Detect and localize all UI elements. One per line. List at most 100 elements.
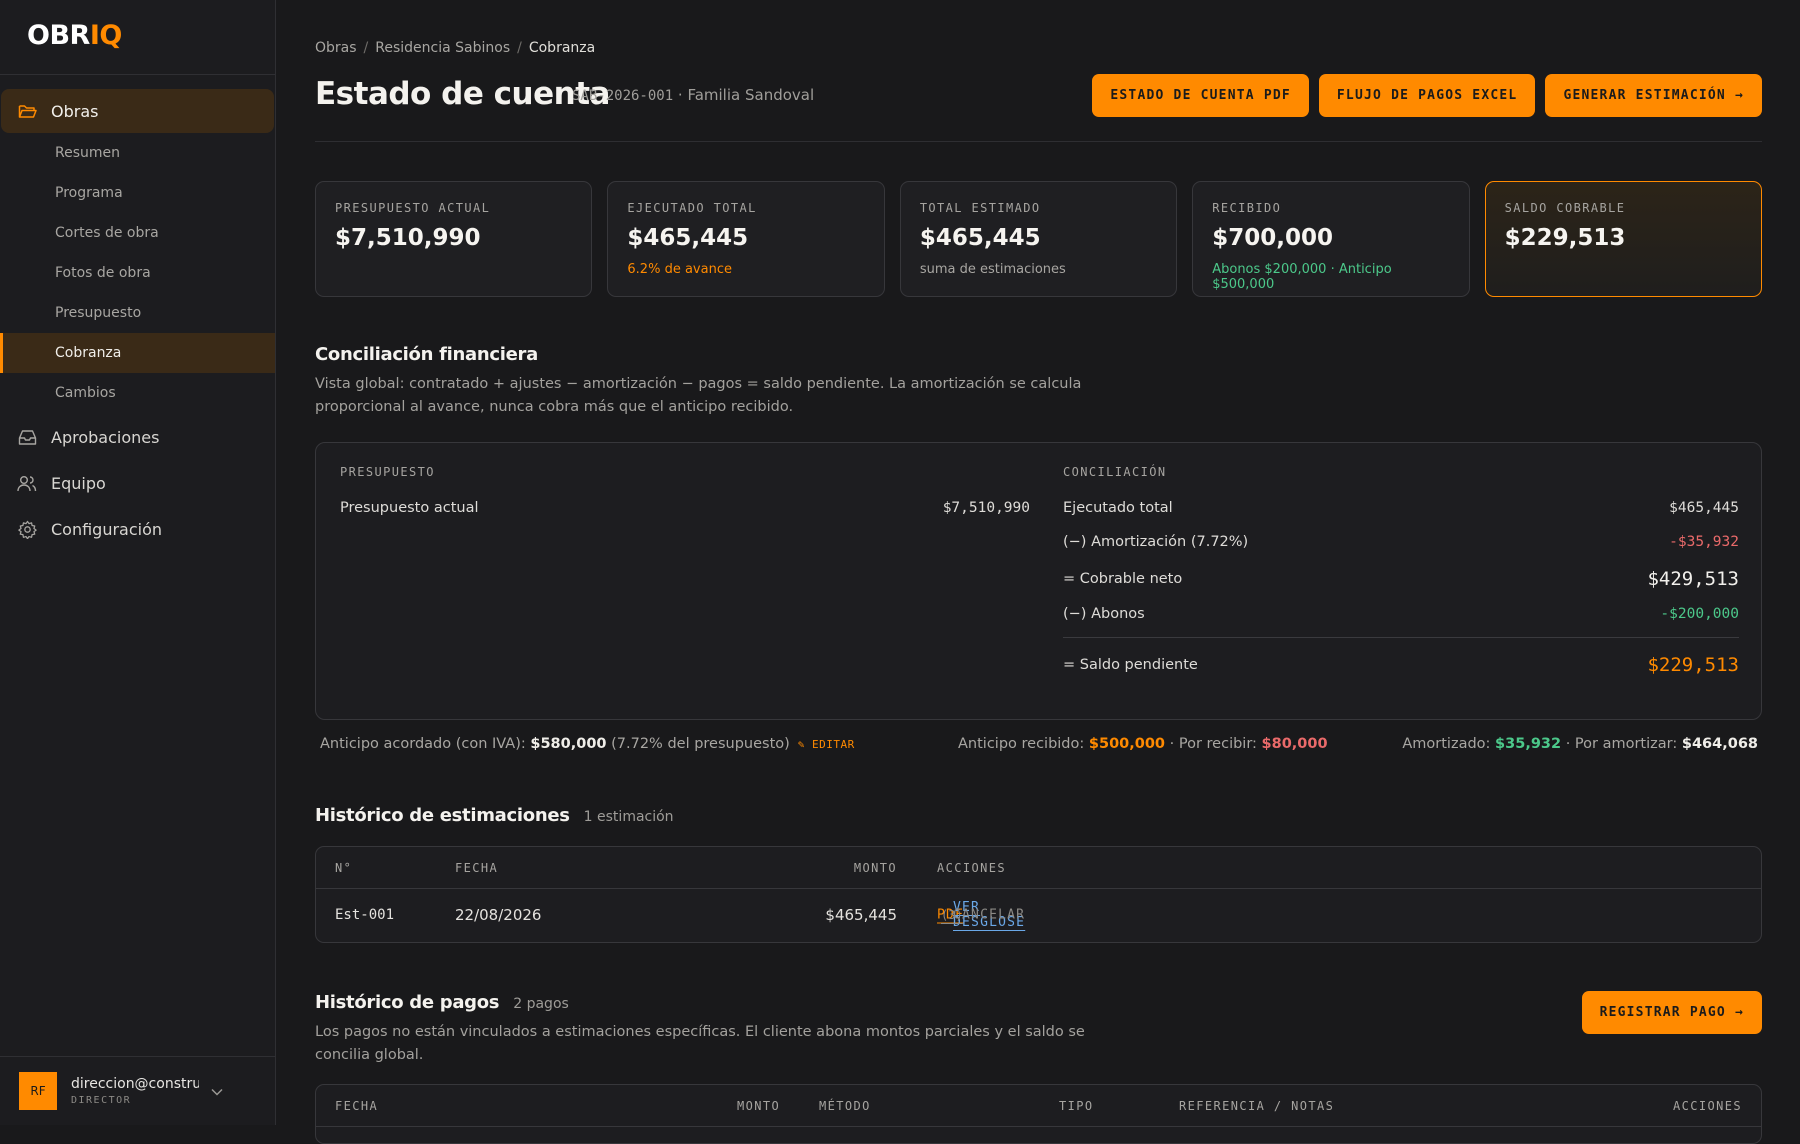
row-value: $465,445 bbox=[1669, 500, 1739, 516]
nav-item-equipo[interactable]: Equipo bbox=[1, 461, 274, 505]
breadcrumb-obras[interactable]: Obras bbox=[315, 40, 357, 56]
kpi-value: $7,510,990 bbox=[335, 225, 481, 251]
estimaciones-header: Histórico de estimaciones 1 estimación bbox=[315, 805, 674, 826]
por-amortizar-value: $464,068 bbox=[1681, 736, 1758, 752]
nav-sub-cortes[interactable]: Cortes de obra bbox=[0, 213, 275, 253]
page-title: Estado de cuenta bbox=[315, 76, 610, 112]
col-tipo: TIPO bbox=[1059, 1098, 1094, 1113]
kpi-value: $229,513 bbox=[1504, 225, 1626, 251]
anticipo-pct: (7.72% del presupuesto) bbox=[606, 736, 790, 752]
kpi-note: 6.2% de avance bbox=[627, 262, 732, 277]
presupuesto-row: Presupuesto actual $7,510,990 bbox=[340, 500, 1030, 516]
recibido-value: $500,000 bbox=[1088, 736, 1166, 752]
estimaciones-count: 1 estimación bbox=[583, 809, 674, 825]
kpi-note: suma de estimaciones bbox=[919, 262, 1066, 277]
chevron-down-icon[interactable] bbox=[211, 1082, 223, 1100]
pagos-title: Histórico de pagos bbox=[315, 992, 500, 1013]
app-logo[interactable]: OBRIQ bbox=[0, 0, 275, 75]
client-name: · Familia Sandoval bbox=[673, 86, 815, 104]
estado-cuenta-pdf-button[interactable]: ESTADO DE CUENTA PDF bbox=[1092, 74, 1309, 117]
user-role: DIRECTOR bbox=[71, 1095, 132, 1106]
breadcrumb-residencia[interactable]: Residencia Sabinos bbox=[375, 40, 510, 56]
row-label: (−) Amortización (7.72%) bbox=[1063, 534, 1249, 550]
cobrable-neto-row: = Cobrable neto $429,513 bbox=[1063, 568, 1739, 590]
nav-item-configuracion[interactable]: Configuración bbox=[1, 507, 274, 551]
presupuesto-column: PRESUPUESTO Presupuesto actual $7,510,99… bbox=[340, 465, 1030, 516]
anticipo-value: $580,000 bbox=[530, 736, 607, 752]
row-label: Ejecutado total bbox=[1063, 500, 1173, 516]
kpi-recibido: RECIBIDO $700,000 Abonos $200,000 · Anti… bbox=[1192, 181, 1470, 297]
kpi-saldo-cobrable: SALDO COBRABLE $229,513 bbox=[1484, 181, 1763, 297]
col-acciones: ACCIONES bbox=[1673, 1098, 1742, 1113]
por-amortizar-label: · Por amortizar: bbox=[1561, 736, 1682, 752]
kpi-value: $465,445 bbox=[627, 225, 749, 251]
users-icon bbox=[17, 473, 37, 493]
anticipo-label: Anticipo acordado (con IVA): bbox=[320, 736, 531, 752]
amortizado-summary: Amortizado: $35,932 · Por amortizar: $46… bbox=[1402, 736, 1758, 752]
nav-sub-resumen[interactable]: Resumen bbox=[0, 133, 275, 173]
nav-item-obras[interactable]: Obras bbox=[1, 89, 274, 133]
kpi-estimado: TOTAL ESTIMADO $465,445 suma de estimaci… bbox=[899, 181, 1178, 297]
breadcrumb-separator: / bbox=[363, 40, 369, 56]
amortizado-label: Amortizado: bbox=[1402, 736, 1496, 752]
kpi-cards: PRESUPUESTO ACTUAL $7,510,990 EJECUTADO … bbox=[315, 181, 1763, 297]
col-referencia: REFERENCIA / NOTAS bbox=[1179, 1098, 1335, 1113]
divider bbox=[1063, 637, 1739, 638]
kpi-label: PRESUPUESTO ACTUAL bbox=[335, 201, 491, 215]
user-menu[interactable]: RF direccion@constructo... DIRECTOR bbox=[0, 1056, 275, 1125]
nav-sub-programa[interactable]: Programa bbox=[0, 173, 275, 213]
anticipo-acordado: Anticipo acordado (con IVA): $580,000 (7… bbox=[320, 736, 855, 752]
nav-item-aprobaciones[interactable]: Aprobaciones bbox=[1, 415, 274, 459]
col-monto: MONTO bbox=[853, 860, 897, 875]
estimacion-monto: $465,445 bbox=[825, 906, 897, 924]
breadcrumb-current: Cobranza bbox=[528, 40, 596, 56]
col-fecha: FECHA bbox=[335, 1098, 379, 1113]
breadcrumb: Obras / Residencia Sabinos / Cobranza bbox=[315, 40, 595, 56]
user-info: direccion@constructo... DIRECTOR bbox=[71, 1076, 199, 1106]
col-num: N° bbox=[335, 860, 353, 875]
editar-link[interactable]: ✎ EDITAR bbox=[798, 738, 855, 751]
nav-item-label: Obras bbox=[51, 101, 99, 121]
pagos-header: Histórico de pagos 2 pagos bbox=[315, 992, 569, 1013]
flujo-pagos-excel-button[interactable]: FLUJO DE PAGOS EXCEL bbox=[1318, 74, 1536, 117]
kpi-value: $700,000 bbox=[1212, 225, 1333, 251]
registrar-pago-button[interactable]: REGISTRAR PAGO → bbox=[1581, 991, 1762, 1034]
col-fecha: FECHA bbox=[455, 860, 499, 875]
por-recibir-value: $80,000 bbox=[1261, 736, 1328, 752]
row-value: -$200,000 bbox=[1660, 606, 1739, 622]
nav-sub-fotos[interactable]: Fotos de obra bbox=[0, 253, 275, 293]
kpi-label: EJECUTADO TOTAL bbox=[627, 201, 757, 215]
saldo-pendiente-row: = Saldo pendiente $229,513 bbox=[1063, 654, 1739, 676]
pagos-table: FECHA MONTO MÉTODO TIPO REFERENCIA / NOT… bbox=[315, 1084, 1762, 1144]
row-value: $429,513 bbox=[1647, 568, 1739, 590]
conciliacion-column: CONCILIACIÓN Ejecutado total $465,445 (−… bbox=[1063, 465, 1739, 676]
column-label: CONCILIACIÓN bbox=[1063, 465, 1167, 479]
nav-item-label: Equipo bbox=[51, 473, 106, 493]
kpi-label: TOTAL ESTIMADO bbox=[919, 201, 1041, 215]
header-actions: ESTADO DE CUENTA PDF FLUJO DE PAGOS EXCE… bbox=[1092, 74, 1762, 117]
table-header: N° FECHA MONTO ACCIONES bbox=[316, 847, 1761, 889]
estimacion-fecha: 22/08/2026 bbox=[455, 906, 542, 924]
main-nav: Obras Resumen Programa Cortes de obra Fo… bbox=[0, 75, 275, 551]
recibido-label: Anticipo recibido: bbox=[958, 736, 1089, 752]
row-label: = Saldo pendiente bbox=[1063, 657, 1198, 673]
main-content: Obras / Residencia Sabinos / Cobranza Estado… bbox=[277, 0, 1800, 1144]
kpi-label: RECIBIDO bbox=[1212, 201, 1282, 215]
generar-estimacion-button[interactable]: GENERAR ESTIMACIÓN → bbox=[1545, 74, 1762, 117]
cancelar-link[interactable]: CANCELAR bbox=[953, 908, 1025, 923]
nav-sub-presupuesto[interactable]: Presupuesto bbox=[0, 293, 275, 333]
nav-sub-cobranza[interactable]: Cobranza bbox=[0, 333, 275, 373]
table-header: FECHA MONTO MÉTODO TIPO REFERENCIA / NOT… bbox=[316, 1085, 1761, 1127]
estimaciones-title: Histórico de estimaciones bbox=[315, 805, 570, 826]
amortizado-value: $35,932 bbox=[1495, 736, 1562, 752]
nav-item-label: Aprobaciones bbox=[51, 427, 160, 447]
conciliacion-description: Vista global: contratado + ajustes − amo… bbox=[315, 376, 1082, 415]
table-row: Est-001 22/08/2026 $465,445 PDF VER DESG… bbox=[316, 889, 1761, 941]
avatar: RF bbox=[19, 1072, 57, 1110]
user-email: direccion@constructo... bbox=[71, 1076, 199, 1092]
row-value: $7,510,990 bbox=[942, 500, 1030, 516]
nav-sub-cambios[interactable]: Cambios bbox=[0, 373, 275, 413]
column-label: PRESUPUESTO bbox=[340, 465, 435, 479]
breadcrumb-separator: / bbox=[517, 40, 522, 56]
row-label: Presupuesto actual bbox=[340, 500, 479, 516]
